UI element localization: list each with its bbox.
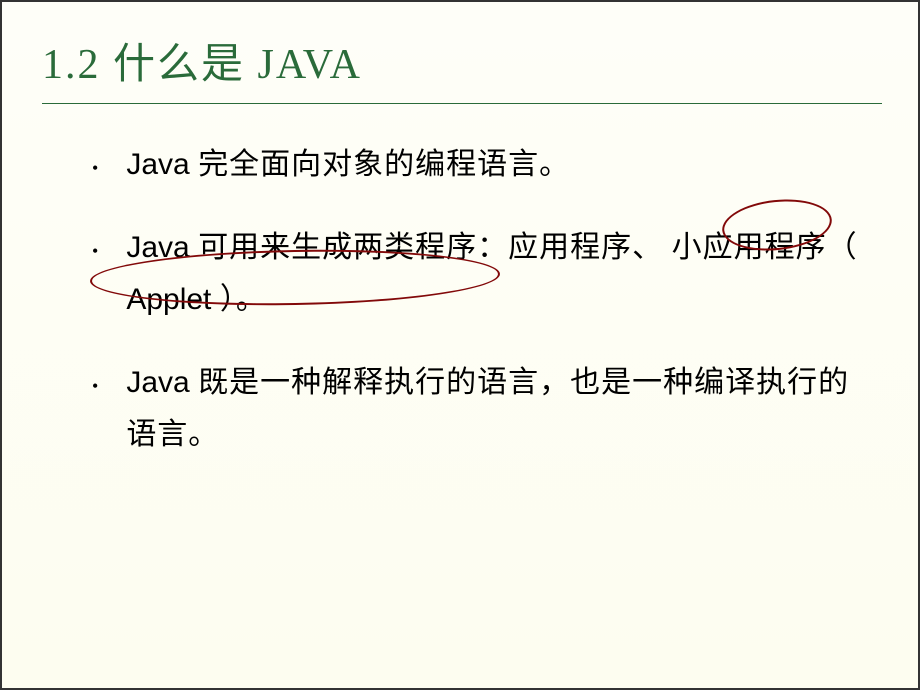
- bullet-3-rest: 既是一种解释执行的语言，也是一种编译执行的语言。: [126, 366, 849, 452]
- bullet-item-3: • Java 既是一种解释执行的语言，也是一种编译执行的语言。: [92, 357, 858, 462]
- bullet-text-1: Java 完全面向对象的编程语言。: [126, 139, 858, 192]
- bullet-3-prefix: Java: [126, 366, 189, 399]
- bullet-2-prefix: Java: [126, 231, 189, 264]
- bullet-2-part2: ）。: [211, 283, 267, 316]
- bullet-item-2: • Java 可用来生成两类程序：应用程序、 小应用程序（ Applet ）。: [92, 222, 858, 327]
- bullet-1-prefix: Java: [126, 148, 189, 181]
- slide-container: 1.2 什么是 JAVA • Java 完全面向对象的编程语言。 • Java …: [0, 0, 920, 690]
- bullet-2-part1: 可用来生成两类程序：应用程序、 小应用程序（: [190, 231, 858, 264]
- bullet-2-applet: Applet: [126, 283, 211, 316]
- bullet-dot-icon: •: [92, 236, 98, 268]
- bullet-text-3: Java 既是一种解释执行的语言，也是一种编译执行的语言。: [126, 357, 858, 462]
- slide-content: • Java 完全面向对象的编程语言。 • Java 可用来生成两类程序：应用程…: [2, 104, 918, 462]
- bullet-dot-icon: •: [92, 371, 98, 403]
- bullet-item-1: • Java 完全面向对象的编程语言。: [92, 139, 858, 192]
- slide-title: 1.2 什么是 JAVA: [2, 2, 918, 103]
- bullet-1-rest: 完全面向对象的编程语言。: [190, 148, 571, 181]
- bullet-dot-icon: •: [92, 153, 98, 185]
- bullet-text-2: Java 可用来生成两类程序：应用程序、 小应用程序（ Applet ）。: [126, 222, 858, 327]
